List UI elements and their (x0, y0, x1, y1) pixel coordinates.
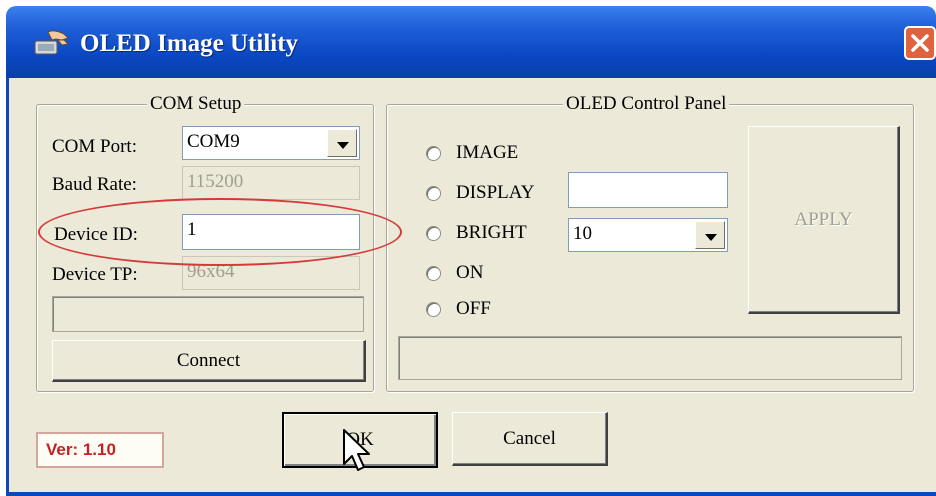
option-off-label: OFF (456, 298, 491, 319)
baud-rate-field: 115200 (182, 166, 360, 200)
com-status-box (52, 296, 364, 332)
apply-label: APPLY (794, 208, 853, 230)
baud-rate-value: 115200 (187, 171, 244, 192)
window-title: OLED Image Utility (80, 30, 299, 57)
close-button[interactable] (904, 26, 936, 60)
app-hand-icon (34, 28, 72, 58)
device-tp-value: 96x64 (187, 261, 235, 282)
radio-off[interactable] (426, 302, 441, 317)
option-on-label: ON (456, 262, 484, 283)
mouse-pointer-icon (342, 428, 372, 479)
chevron-down-icon[interactable] (695, 221, 725, 249)
com-port-label: COM Port: (52, 136, 137, 157)
dialog-window: OLED Image Utility COM Setup COM Port: C… (0, 0, 936, 496)
device-id-value: 1 (187, 219, 197, 240)
device-id-label: Device ID: (54, 224, 138, 245)
connect-button[interactable]: Connect (52, 340, 366, 382)
close-icon (911, 34, 929, 52)
oled-control-title: OLED Control Panel (563, 93, 730, 115)
radio-image[interactable] (426, 146, 441, 161)
cancel-label: Cancel (503, 427, 556, 449)
option-bright-label: BRIGHT (456, 222, 527, 243)
radio-on[interactable] (426, 266, 441, 281)
com-port-dropdown[interactable]: COM9 (182, 126, 360, 160)
device-tp-field: 96x64 (182, 256, 360, 290)
cancel-button[interactable]: Cancel (452, 412, 608, 466)
display-text-input[interactable] (568, 172, 728, 208)
baud-rate-label: Baud Rate: (52, 174, 137, 195)
com-setup-title: COM Setup (147, 93, 245, 115)
connect-label: Connect (176, 349, 241, 371)
title-bar[interactable]: OLED Image Utility (6, 6, 936, 78)
bright-dropdown[interactable]: 10 (568, 218, 728, 252)
apply-button[interactable]: APPLY (748, 126, 900, 314)
oled-status-box (398, 336, 902, 380)
option-display-label: DISPLAY (456, 182, 535, 203)
option-image-label: IMAGE (456, 142, 519, 163)
version-text: Ver: 1.10 (46, 440, 116, 459)
com-port-value: COM9 (187, 131, 240, 152)
radio-display[interactable] (426, 186, 441, 201)
device-id-input[interactable]: 1 (182, 214, 360, 250)
version-badge: Ver: 1.10 (36, 432, 164, 468)
bright-value: 10 (573, 223, 592, 244)
radio-bright[interactable] (426, 226, 441, 241)
device-tp-label: Device TP: (52, 264, 138, 285)
chevron-down-icon[interactable] (327, 129, 357, 157)
